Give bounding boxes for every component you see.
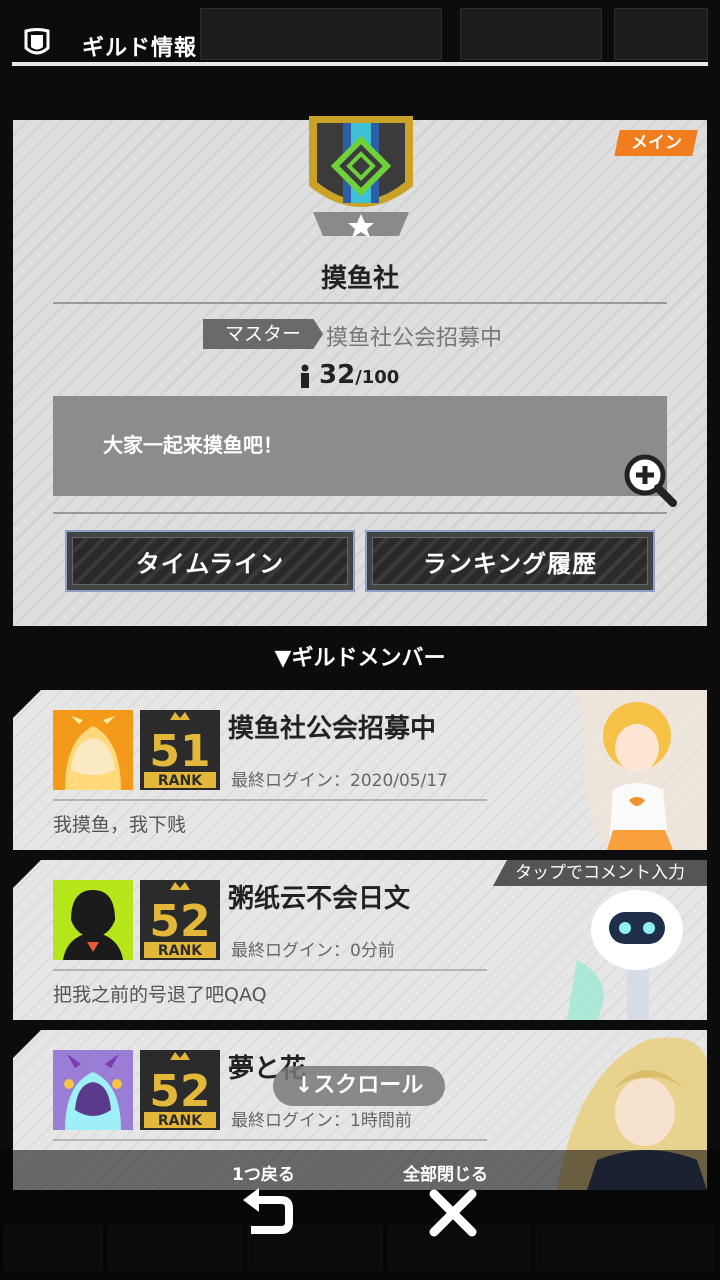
- rank-badge: 52 RANK: [140, 1050, 220, 1130]
- dialog-header: ギルド情報: [12, 18, 708, 68]
- timeline-button-label: タイムライン: [135, 549, 285, 578]
- divider: [53, 799, 487, 801]
- close-all-label: 全部閉じる: [403, 1165, 488, 1185]
- last-login: 最終ログイン：1時間前: [231, 1111, 412, 1131]
- main-guild-tag: メイン: [614, 130, 698, 156]
- member-count-current: 32: [319, 360, 356, 390]
- back-label: 1つ戻る: [232, 1165, 295, 1185]
- guild-info-panel: メイン 摸鱼社 マスター 摸鱼社公会招募中 32/100 大家一起来摸鱼吧！ タ…: [13, 116, 707, 626]
- rank-label: RANK: [158, 773, 203, 789]
- back-arrow-icon[interactable]: [241, 1186, 295, 1240]
- rank-label: RANK: [158, 943, 203, 959]
- rank-number: 52: [149, 1066, 210, 1117]
- member-count-max: /100: [355, 367, 400, 388]
- member-avatar: [53, 710, 133, 790]
- last-login: 最終ログイン：2020/05/17: [231, 771, 448, 791]
- header-underline: [12, 62, 708, 66]
- master-name: 摸鱼社公会招募中: [326, 326, 503, 351]
- character-portrait: [577, 690, 707, 850]
- rank-number: 52: [149, 896, 210, 947]
- divider: [53, 969, 487, 971]
- member-card[interactable]: 51 RANK 摸鱼社公会招募中 最終ログイン：2020/05/17 我摸鱼，我…: [13, 690, 707, 850]
- bottom-control-bar: [0, 1150, 720, 1280]
- divider: [53, 1139, 487, 1141]
- master-label: マスター: [203, 319, 323, 349]
- rank-badge: 51 RANK: [140, 710, 220, 790]
- member-comment: 把我之前的号退了吧QAQ: [53, 984, 267, 1006]
- divider: [53, 302, 667, 304]
- person-icon: [301, 364, 309, 388]
- timeline-button[interactable]: タイムライン: [65, 530, 355, 592]
- close-icon[interactable]: [426, 1186, 480, 1240]
- member-card[interactable]: 52 RANK 粥纸云不会日文 最終ログイン：0分前 把我之前的号退了吧QAQ …: [13, 860, 707, 1020]
- ranking-history-button[interactable]: ランキング履歴: [365, 530, 655, 592]
- last-login: 最終ログイン：0分前: [231, 941, 395, 961]
- member-avatar: [53, 880, 133, 960]
- rank-badge: 52 RANK: [140, 880, 220, 960]
- member-name: 粥纸云不会日文: [228, 884, 411, 914]
- member-count: 32/100: [319, 360, 399, 390]
- guild-comment: 大家一起来摸鱼吧！: [103, 433, 283, 457]
- zoom-in-icon[interactable]: [623, 453, 677, 507]
- ranking-history-button-label: ランキング履歴: [422, 549, 598, 578]
- guild-comment-box: 大家一起来摸鱼吧！: [53, 396, 667, 496]
- rank-number: 51: [149, 726, 210, 777]
- member-comment: 我摸鱼，我下贱: [53, 814, 187, 836]
- dialog-title: ギルド情報: [82, 36, 198, 61]
- member-name: 摸鱼社公会招募中: [228, 714, 437, 744]
- guild-members-heading: ▼ギルドメンバー: [274, 646, 446, 671]
- tap-to-comment-banner[interactable]: タップでコメント入力: [493, 860, 707, 886]
- rank-label: RANK: [158, 1113, 203, 1129]
- member-avatar: [53, 1050, 133, 1130]
- guild-name: 摸鱼社: [320, 264, 399, 294]
- divider: [53, 512, 667, 514]
- scroll-hint: ↓スクロール: [273, 1066, 445, 1106]
- guild-emblem-icon: [309, 116, 413, 238]
- shield-icon: [24, 28, 50, 55]
